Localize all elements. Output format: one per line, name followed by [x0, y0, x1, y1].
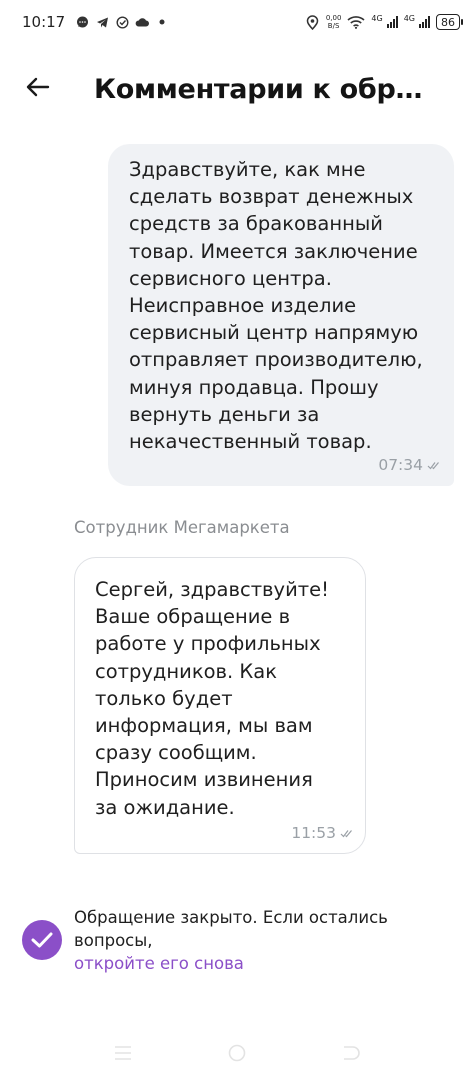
message-text: Здравствуйте, как мне сделать возврат де… [129, 158, 423, 454]
double-check-icon [427, 456, 440, 474]
net-type-2: 4G [403, 14, 415, 23]
chat-icon [75, 15, 89, 29]
reopen-link[interactable]: откройте его снова [74, 954, 244, 973]
message-text: Сергей, здравствуйте! Ваше обращение в р… [95, 578, 329, 819]
net-speed-unit: B/S [327, 22, 340, 30]
net-speed-value: 0,00 [325, 14, 342, 22]
double-check-icon [340, 824, 353, 842]
arrow-left-icon [26, 77, 50, 101]
status-bar: 10:17 0,00 B/S 4G 4G 86 [0, 0, 474, 44]
battery-icon: 86 [436, 14, 463, 30]
check-circle-icon [22, 920, 62, 960]
nav-back-button[interactable] [339, 1043, 363, 1067]
message-meta: 07:34 [378, 456, 440, 474]
home-icon [228, 1044, 246, 1066]
signal-icon [419, 16, 430, 28]
telegram-icon [95, 15, 109, 29]
message-meta: 11:53 [291, 824, 353, 842]
closed-notice-text: Обращение закрыто. Если остались вопросы… [74, 908, 388, 950]
back-button[interactable] [18, 69, 58, 109]
menu-button[interactable] [111, 1043, 135, 1067]
check-circle-icon [115, 15, 129, 29]
menu-icon [114, 1045, 132, 1065]
header: Комментарии к обращ… [0, 60, 474, 118]
system-nav-bar [0, 1035, 474, 1075]
message-time: 07:34 [378, 456, 423, 474]
closed-notice: Обращение закрыто. Если остались вопросы… [22, 906, 462, 975]
net-type-1: 4G [371, 14, 383, 23]
page-title: Комментарии к обращ… [94, 73, 434, 105]
net-speed: 0,00 B/S [326, 14, 342, 30]
battery-level: 86 [441, 15, 455, 29]
sender-name: Сотрудник Мегамаркета [74, 518, 290, 537]
dot-icon [155, 15, 169, 29]
closed-notice-text-block: Обращение закрыто. Если остались вопросы… [74, 906, 462, 975]
back-icon [342, 1045, 360, 1065]
incoming-message: Сергей, здравствуйте! Ваше обращение в р… [74, 557, 366, 854]
status-time: 10:17 [22, 13, 66, 31]
cloud-icon [135, 15, 150, 29]
location-icon [306, 14, 320, 30]
home-button[interactable] [225, 1043, 249, 1067]
signal-icon [386, 16, 398, 28]
outgoing-message: Здравствуйте, как мне сделать возврат де… [108, 144, 454, 486]
wifi-icon [347, 15, 365, 29]
message-time: 11:53 [291, 824, 336, 842]
